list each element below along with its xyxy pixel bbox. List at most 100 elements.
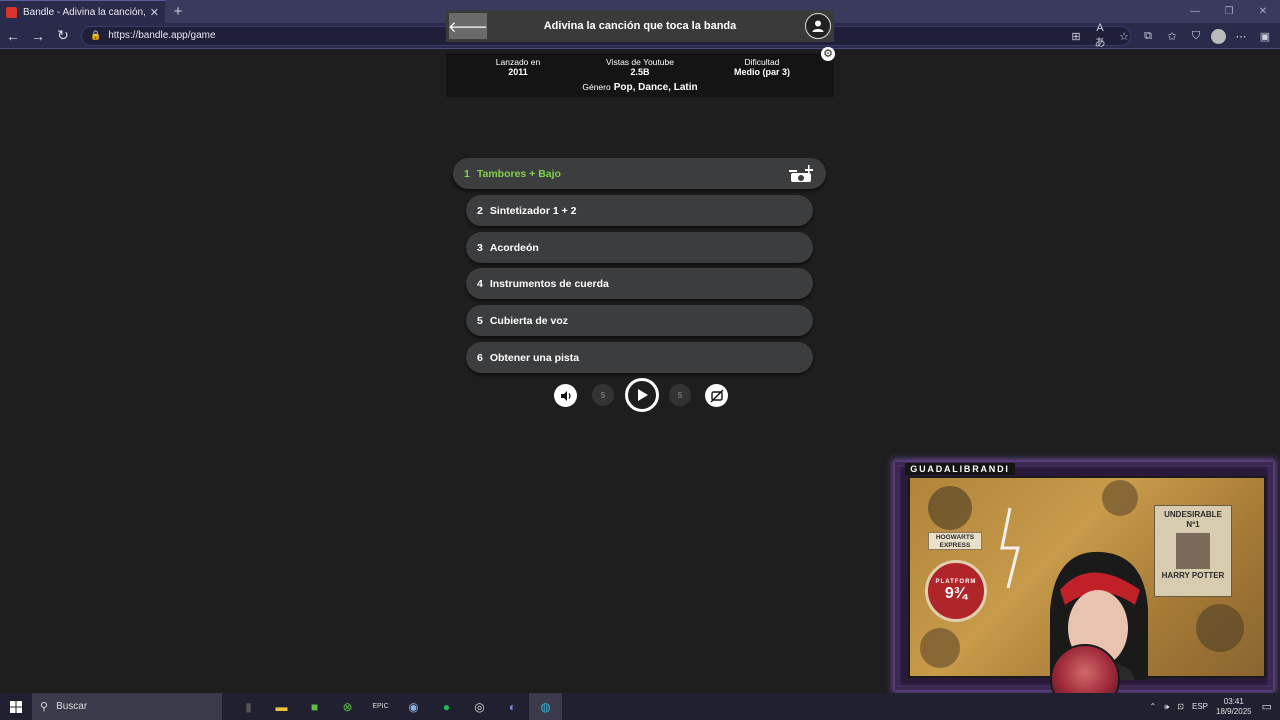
user-profile-button[interactable] xyxy=(805,13,831,39)
track-item-5[interactable]: 5 Cubierta de voz xyxy=(466,305,813,336)
task-view-icon[interactable]: ▮ xyxy=(232,693,265,720)
sidebar-toggle-icon[interactable]: ▣ xyxy=(1256,30,1274,43)
steam-icon[interactable]: ◉ xyxy=(397,693,430,720)
volume-button[interactable] xyxy=(554,384,577,407)
track-label: Obtener una pista xyxy=(489,351,580,364)
search-placeholder: Buscar xyxy=(56,701,88,712)
browser-back-icon[interactable]: ← xyxy=(1,24,25,48)
browser-forward-icon[interactable]: → xyxy=(26,24,50,48)
track-label: Acordeón xyxy=(489,241,539,254)
track-item-2[interactable]: 2 Sintetizador 1 + 2 xyxy=(466,195,813,226)
rewind-5-button[interactable]: 5 xyxy=(592,384,614,406)
minecraft-icon[interactable]: ■ xyxy=(298,693,331,720)
track-number: 3 xyxy=(477,241,483,254)
wanted-poster: UNDESIRABLE Nº1 HARRY POTTER xyxy=(1154,505,1232,597)
shuffle-off-button[interactable] xyxy=(705,384,728,407)
favorite-star-icon[interactable]: ☆ xyxy=(1115,30,1133,43)
obs-icon[interactable]: ◎ xyxy=(463,693,496,720)
song-info-panel: Lanzado en 2011 Vistas de Youtube 2.5B D… xyxy=(446,53,834,97)
track-label: Cubierta de voz xyxy=(489,314,569,327)
platform-sign: PLATFORM 9¾ xyxy=(925,560,987,622)
profile-avatar-icon[interactable] xyxy=(1211,28,1226,44)
start-button[interactable] xyxy=(0,693,32,720)
network-icon[interactable]: ⊡ xyxy=(1177,702,1184,711)
track-item-6[interactable]: 6 Obtener una pista xyxy=(466,342,813,373)
back-button[interactable]: 🡐 xyxy=(447,13,489,39)
rewind-icon: 5 xyxy=(600,390,606,400)
user-icon xyxy=(812,20,824,32)
track-number: 4 xyxy=(477,277,483,290)
browser-tab[interactable]: Bandle - Adivina la canción, un ins ✕ xyxy=(0,0,165,23)
released-value: 2011 xyxy=(508,67,528,77)
difficulty-label: Dificultad xyxy=(744,57,780,67)
apps-icon[interactable]: ⊞ xyxy=(1067,30,1085,43)
file-explorer-icon[interactable]: ▬ xyxy=(265,693,298,720)
track-label: Instrumentos de cuerda xyxy=(489,277,609,290)
taskbar-search-input[interactable]: ⚲ Buscar xyxy=(32,693,222,720)
views-label: Vistas de Youtube xyxy=(606,57,674,67)
window-close-icon[interactable]: ✕ xyxy=(1246,0,1280,23)
poster-number: Nº1 xyxy=(1186,520,1200,529)
tab-title: Bandle - Adivina la canción, un ins xyxy=(23,6,146,18)
new-tab-button[interactable]: + xyxy=(165,0,191,23)
track-label: Tambores + Bajo xyxy=(476,167,561,180)
browser-toolbar-icons: ⊞ Aあ ☆ ⧉ ✩ ⛉ ⋯ ▣ xyxy=(1067,22,1274,50)
track-item-1[interactable]: 1 Tambores + Bajo xyxy=(453,158,826,189)
difficulty-value: Medio (par 3) xyxy=(733,67,790,77)
page-title: Adivina la canción que toca la banda xyxy=(543,20,737,32)
platform-number: 9¾ xyxy=(944,585,968,602)
views-info: Vistas de Youtube 2.5B xyxy=(580,57,700,77)
play-icon xyxy=(638,389,648,401)
epic-games-icon[interactable]: EPIC xyxy=(364,693,397,720)
window-controls: — ❐ ✕ xyxy=(1178,0,1280,23)
volume-icon xyxy=(560,390,571,401)
read-aloud-icon[interactable]: Aあ xyxy=(1091,22,1109,50)
taskbar-clock[interactable]: 03:41 18/9/2025 xyxy=(1216,697,1252,717)
tray-chevron-icon[interactable]: ⌃ xyxy=(1150,702,1157,711)
favorites-icon[interactable]: ✩ xyxy=(1163,30,1181,43)
bandle-favicon-icon xyxy=(6,6,17,18)
clock-time: 03:41 xyxy=(1223,696,1244,706)
track-item-3[interactable]: 3 Acordeón xyxy=(466,232,813,263)
reload-icon[interactable]: ↻ xyxy=(51,24,75,48)
views-value: 2.5B xyxy=(630,67,650,77)
windows-taskbar: ⚲ Buscar ▮ ▬ ■ ⊗ EPIC ◉ ● ◎ ◐ ◍ ⌃ 🕪 ⊡ ES… xyxy=(0,693,1280,720)
genre-label: Género xyxy=(582,82,611,92)
restore-icon[interactable]: ❐ xyxy=(1212,0,1246,23)
track-number: 2 xyxy=(477,204,483,217)
poster-name: HARRY POTTER xyxy=(1161,571,1225,580)
settings-gear-icon[interactable]: ⚙ xyxy=(821,47,835,61)
extensions-icon[interactable]: ⧉ xyxy=(1139,30,1157,43)
forward-5-button[interactable]: 5 xyxy=(669,384,691,406)
genre-info: Género Pop, Dance, Latin xyxy=(446,82,834,93)
minimize-icon[interactable]: — xyxy=(1178,0,1212,23)
streamer-name: GUADALIBRANDI xyxy=(905,463,1015,475)
track-number: 5 xyxy=(477,314,483,327)
spotify-icon[interactable]: ● xyxy=(430,693,463,720)
track-item-4[interactable]: 4 Instrumentos de cuerda xyxy=(466,268,813,299)
hogwarts-sign: HOGWARTS EXPRESS xyxy=(928,532,982,550)
discord-icon[interactable]: ◐ xyxy=(496,693,529,720)
game-header: Adivina la canción que toca la banda 🡐 xyxy=(446,10,834,42)
arrow-left-icon: 🡐 xyxy=(447,18,489,36)
track-number: 6 xyxy=(477,351,483,364)
play-button[interactable] xyxy=(625,378,659,412)
forward-icon: 5 xyxy=(677,390,683,400)
url-text: https://bandle.app/game xyxy=(108,30,216,41)
edge-icon[interactable]: ◍ xyxy=(529,693,562,720)
more-menu-icon[interactable]: ⋯ xyxy=(1232,30,1250,43)
notifications-icon[interactable]: ▭ xyxy=(1262,700,1272,713)
xbox-icon[interactable]: ⊗ xyxy=(331,693,364,720)
shield-icon[interactable]: ⛉ xyxy=(1187,30,1205,43)
released-info: Lanzado en 2011 xyxy=(458,57,578,77)
poster-title: UNDESIRABLE xyxy=(1164,510,1222,519)
drum-kit-icon xyxy=(789,165,813,182)
tab-close-icon[interactable]: ✕ xyxy=(150,6,159,19)
input-language[interactable]: ESP xyxy=(1192,702,1208,711)
genre-value: Pop, Dance, Latin xyxy=(613,82,698,93)
speaker-icon[interactable]: 🕪 xyxy=(1164,702,1169,712)
taskbar-apps: ▮ ▬ ■ ⊗ EPIC ◉ ● ◎ ◐ ◍ xyxy=(232,693,562,720)
difficulty-info: Dificultad Medio (par 3) xyxy=(702,57,822,77)
search-icon: ⚲ xyxy=(40,701,49,713)
system-tray: ⌃ 🕪 ⊡ ESP 03:41 18/9/2025 ▭ xyxy=(1150,693,1280,720)
